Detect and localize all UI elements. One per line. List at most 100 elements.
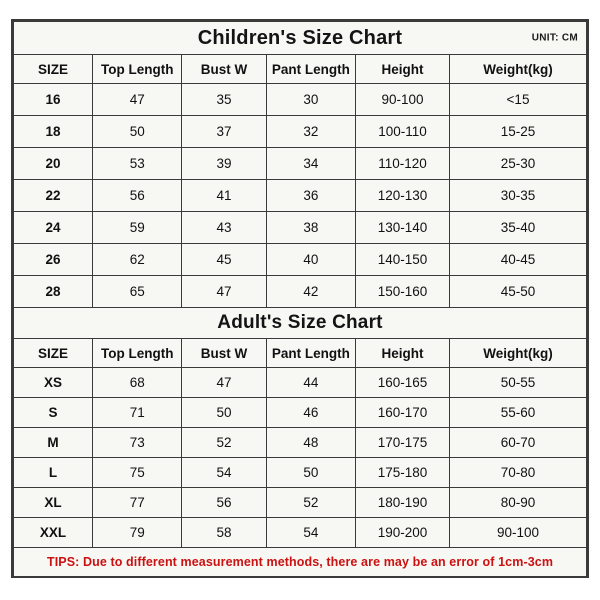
cell-height: 140-150 [355, 243, 450, 276]
cell-size: 28 [12, 275, 94, 308]
children-col-bust-w: Bust W [181, 54, 267, 84]
cell-bust-w: 37 [181, 115, 267, 148]
children-title-row: Children's Size Chart UNIT: CM [13, 21, 587, 55]
cell-pant-length: 30 [265, 83, 357, 116]
cell-size: S [12, 397, 94, 428]
cell-pant-length: 48 [265, 427, 357, 458]
cell-bust-w: 56 [181, 487, 267, 518]
adult-header-row: SIZE Top Length Bust W Pant Length Heigh… [12, 338, 587, 368]
cell-height: 130-140 [355, 211, 450, 244]
cell-bust-w: 58 [181, 517, 267, 548]
cell-size: 22 [12, 179, 94, 212]
table-row: XS 68 47 44 160-165 50-55 [12, 367, 587, 398]
cell-pant-length: 42 [265, 275, 357, 308]
cell-bust-w: 43 [181, 211, 267, 244]
cell-top-length: 71 [92, 397, 183, 428]
cell-bust-w: 47 [181, 367, 267, 398]
cell-height: 175-180 [355, 457, 450, 488]
cell-top-length: 75 [92, 457, 183, 488]
cell-size: XXL [12, 517, 94, 548]
cell-height: 150-160 [355, 275, 450, 308]
tips-text: TIPS: Due to different measurement metho… [46, 555, 554, 569]
adult-title-row: Adult's Size Chart [13, 307, 587, 339]
adult-col-top-length: Top Length [92, 338, 183, 368]
cell-size: M [12, 427, 94, 458]
children-header-row: SIZE Top Length Bust W Pant Length Heigh… [12, 54, 587, 84]
cell-height: 160-165 [355, 367, 450, 398]
cell-pant-length: 36 [265, 179, 357, 212]
cell-size: 26 [12, 243, 94, 276]
table-row: 20 53 39 34 110-120 25-30 [12, 147, 587, 180]
cell-weight: 50-55 [449, 367, 587, 398]
cell-pant-length: 38 [265, 211, 357, 244]
cell-top-length: 65 [92, 275, 183, 308]
cell-weight: 30-35 [449, 179, 587, 212]
cell-bust-w: 35 [181, 83, 267, 116]
cell-pant-length: 52 [265, 487, 357, 518]
cell-pant-length: 34 [265, 147, 357, 180]
adult-col-size: SIZE [12, 338, 94, 368]
cell-bust-w: 39 [181, 147, 267, 180]
cell-weight: 90-100 [449, 517, 587, 548]
cell-weight: <15 [449, 83, 587, 116]
cell-top-length: 50 [92, 115, 183, 148]
table-row: 28 65 47 42 150-160 45-50 [12, 275, 587, 308]
children-col-size: SIZE [12, 54, 94, 84]
table-row: S 71 50 46 160-170 55-60 [12, 397, 587, 428]
cell-top-length: 62 [92, 243, 183, 276]
children-col-top-length: Top Length [92, 54, 183, 84]
table-row: XXL 79 58 54 190-200 90-100 [12, 517, 587, 548]
size-chart-frame: Children's Size Chart UNIT: CM SIZE Top … [11, 19, 589, 578]
tips-cell: TIPS: Due to different measurement metho… [13, 547, 587, 577]
cell-bust-w: 54 [181, 457, 267, 488]
cell-weight: 35-40 [449, 211, 587, 244]
cell-pant-length: 46 [265, 397, 357, 428]
cell-pant-length: 40 [265, 243, 357, 276]
cell-pant-length: 32 [265, 115, 357, 148]
adult-col-weight: Weight(kg) [449, 338, 587, 368]
cell-size: 16 [12, 83, 94, 116]
cell-height: 100-110 [355, 115, 450, 148]
cell-bust-w: 52 [181, 427, 267, 458]
adult-chart-title: Adult's Size Chart [217, 312, 383, 333]
table-row: 26 62 45 40 140-150 40-45 [12, 243, 587, 276]
cell-top-length: 59 [92, 211, 183, 244]
children-col-pant-length: Pant Length [265, 54, 357, 84]
cell-height: 160-170 [355, 397, 450, 428]
cell-weight: 25-30 [449, 147, 587, 180]
size-chart-table: Children's Size Chart UNIT: CM SIZE Top … [12, 21, 587, 577]
table-row: 24 59 43 38 130-140 35-40 [12, 211, 587, 244]
cell-top-length: 77 [92, 487, 183, 518]
table-row: XL 77 56 52 180-190 80-90 [12, 487, 587, 518]
cell-size: 24 [12, 211, 94, 244]
cell-top-length: 68 [92, 367, 183, 398]
cell-top-length: 73 [92, 427, 183, 458]
adult-col-pant-length: Pant Length [265, 338, 357, 368]
cell-weight: 45-50 [449, 275, 587, 308]
adult-col-height: Height [355, 338, 450, 368]
cell-height: 120-130 [355, 179, 450, 212]
children-col-height: Height [355, 54, 450, 84]
cell-weight: 80-90 [449, 487, 587, 518]
children-chart-title: Children's Size Chart [197, 27, 403, 49]
cell-size: 18 [12, 115, 94, 148]
cell-top-length: 53 [92, 147, 183, 180]
cell-height: 190-200 [355, 517, 450, 548]
cell-weight: 40-45 [449, 243, 587, 276]
cell-weight: 70-80 [449, 457, 587, 488]
children-title-cell: Children's Size Chart UNIT: CM [13, 21, 587, 55]
cell-weight: 55-60 [449, 397, 587, 428]
table-row: 16 47 35 30 90-100 <15 [12, 83, 587, 116]
cell-weight: 15-25 [449, 115, 587, 148]
cell-top-length: 56 [92, 179, 183, 212]
adult-title-cell: Adult's Size Chart [13, 307, 587, 339]
cell-height: 110-120 [355, 147, 450, 180]
table-row: M 73 52 48 170-175 60-70 [12, 427, 587, 458]
unit-label: UNIT: CM [531, 32, 578, 44]
children-col-weight: Weight(kg) [449, 54, 587, 84]
table-row: 18 50 37 32 100-110 15-25 [12, 115, 587, 148]
cell-bust-w: 47 [181, 275, 267, 308]
cell-size: XS [12, 367, 94, 398]
table-row: L 75 54 50 175-180 70-80 [12, 457, 587, 488]
tips-row: TIPS: Due to different measurement metho… [13, 547, 587, 577]
